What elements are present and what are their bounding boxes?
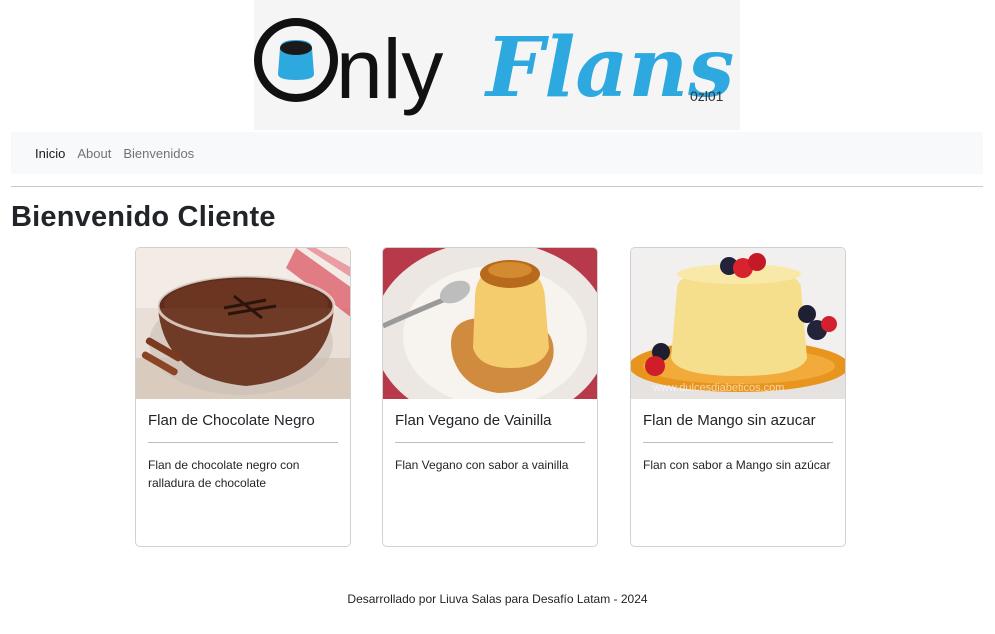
logo-text-left: nly <box>336 22 443 116</box>
chocolate-flan-image <box>136 248 350 399</box>
vanilla-flan-image <box>383 248 597 399</box>
card-title: Flan de Chocolate Negro <box>148 412 315 429</box>
card-description: Flan con sabor a Mango sin azúcar <box>643 458 831 472</box>
brand-logo[interactable]: nly Flans 0zl01 <box>254 0 740 130</box>
product-card-chocolate[interactable]: Flan de Chocolate Negro Flan de chocolat… <box>135 247 351 547</box>
card-divider <box>643 442 833 443</box>
card-divider <box>395 442 585 443</box>
nav-link-inicio[interactable]: Inicio <box>35 146 65 161</box>
svg-text:www.dulcesdiabeticos.com: www.dulcesdiabeticos.com <box>652 382 784 394</box>
product-card-mango[interactable]: www.dulcesdiabeticos.com Flan de Mango s… <box>630 247 846 547</box>
divider <box>11 186 983 187</box>
product-card-vainilla[interactable]: Flan Vegano de Vainilla Flan Vegano con … <box>382 247 598 547</box>
nav-link-about[interactable]: About <box>77 146 111 161</box>
mango-flan-image: www.dulcesdiabeticos.com <box>631 248 845 399</box>
card-title: Flan de Mango sin azucar <box>643 412 816 429</box>
footer-credit: Desarrollado por Liuva Salas para Desafí… <box>347 592 648 606</box>
onlyflans-logo-icon: nly Flans 0zl01 <box>254 18 734 116</box>
top-navbar: Inicio About Bienvenidos <box>11 132 983 174</box>
card-description: Flan Vegano con sabor a vainilla <box>395 458 569 472</box>
card-title: Flan Vegano de Vainilla <box>395 412 552 429</box>
page-title: Bienvenido Cliente <box>11 201 276 233</box>
card-description: Flan de chocolate negro con ralladura de… <box>148 458 300 490</box>
logo-badge: 0zl01 <box>690 88 724 104</box>
card-divider <box>148 442 338 443</box>
nav-link-bienvenidos[interactable]: Bienvenidos <box>123 146 194 161</box>
